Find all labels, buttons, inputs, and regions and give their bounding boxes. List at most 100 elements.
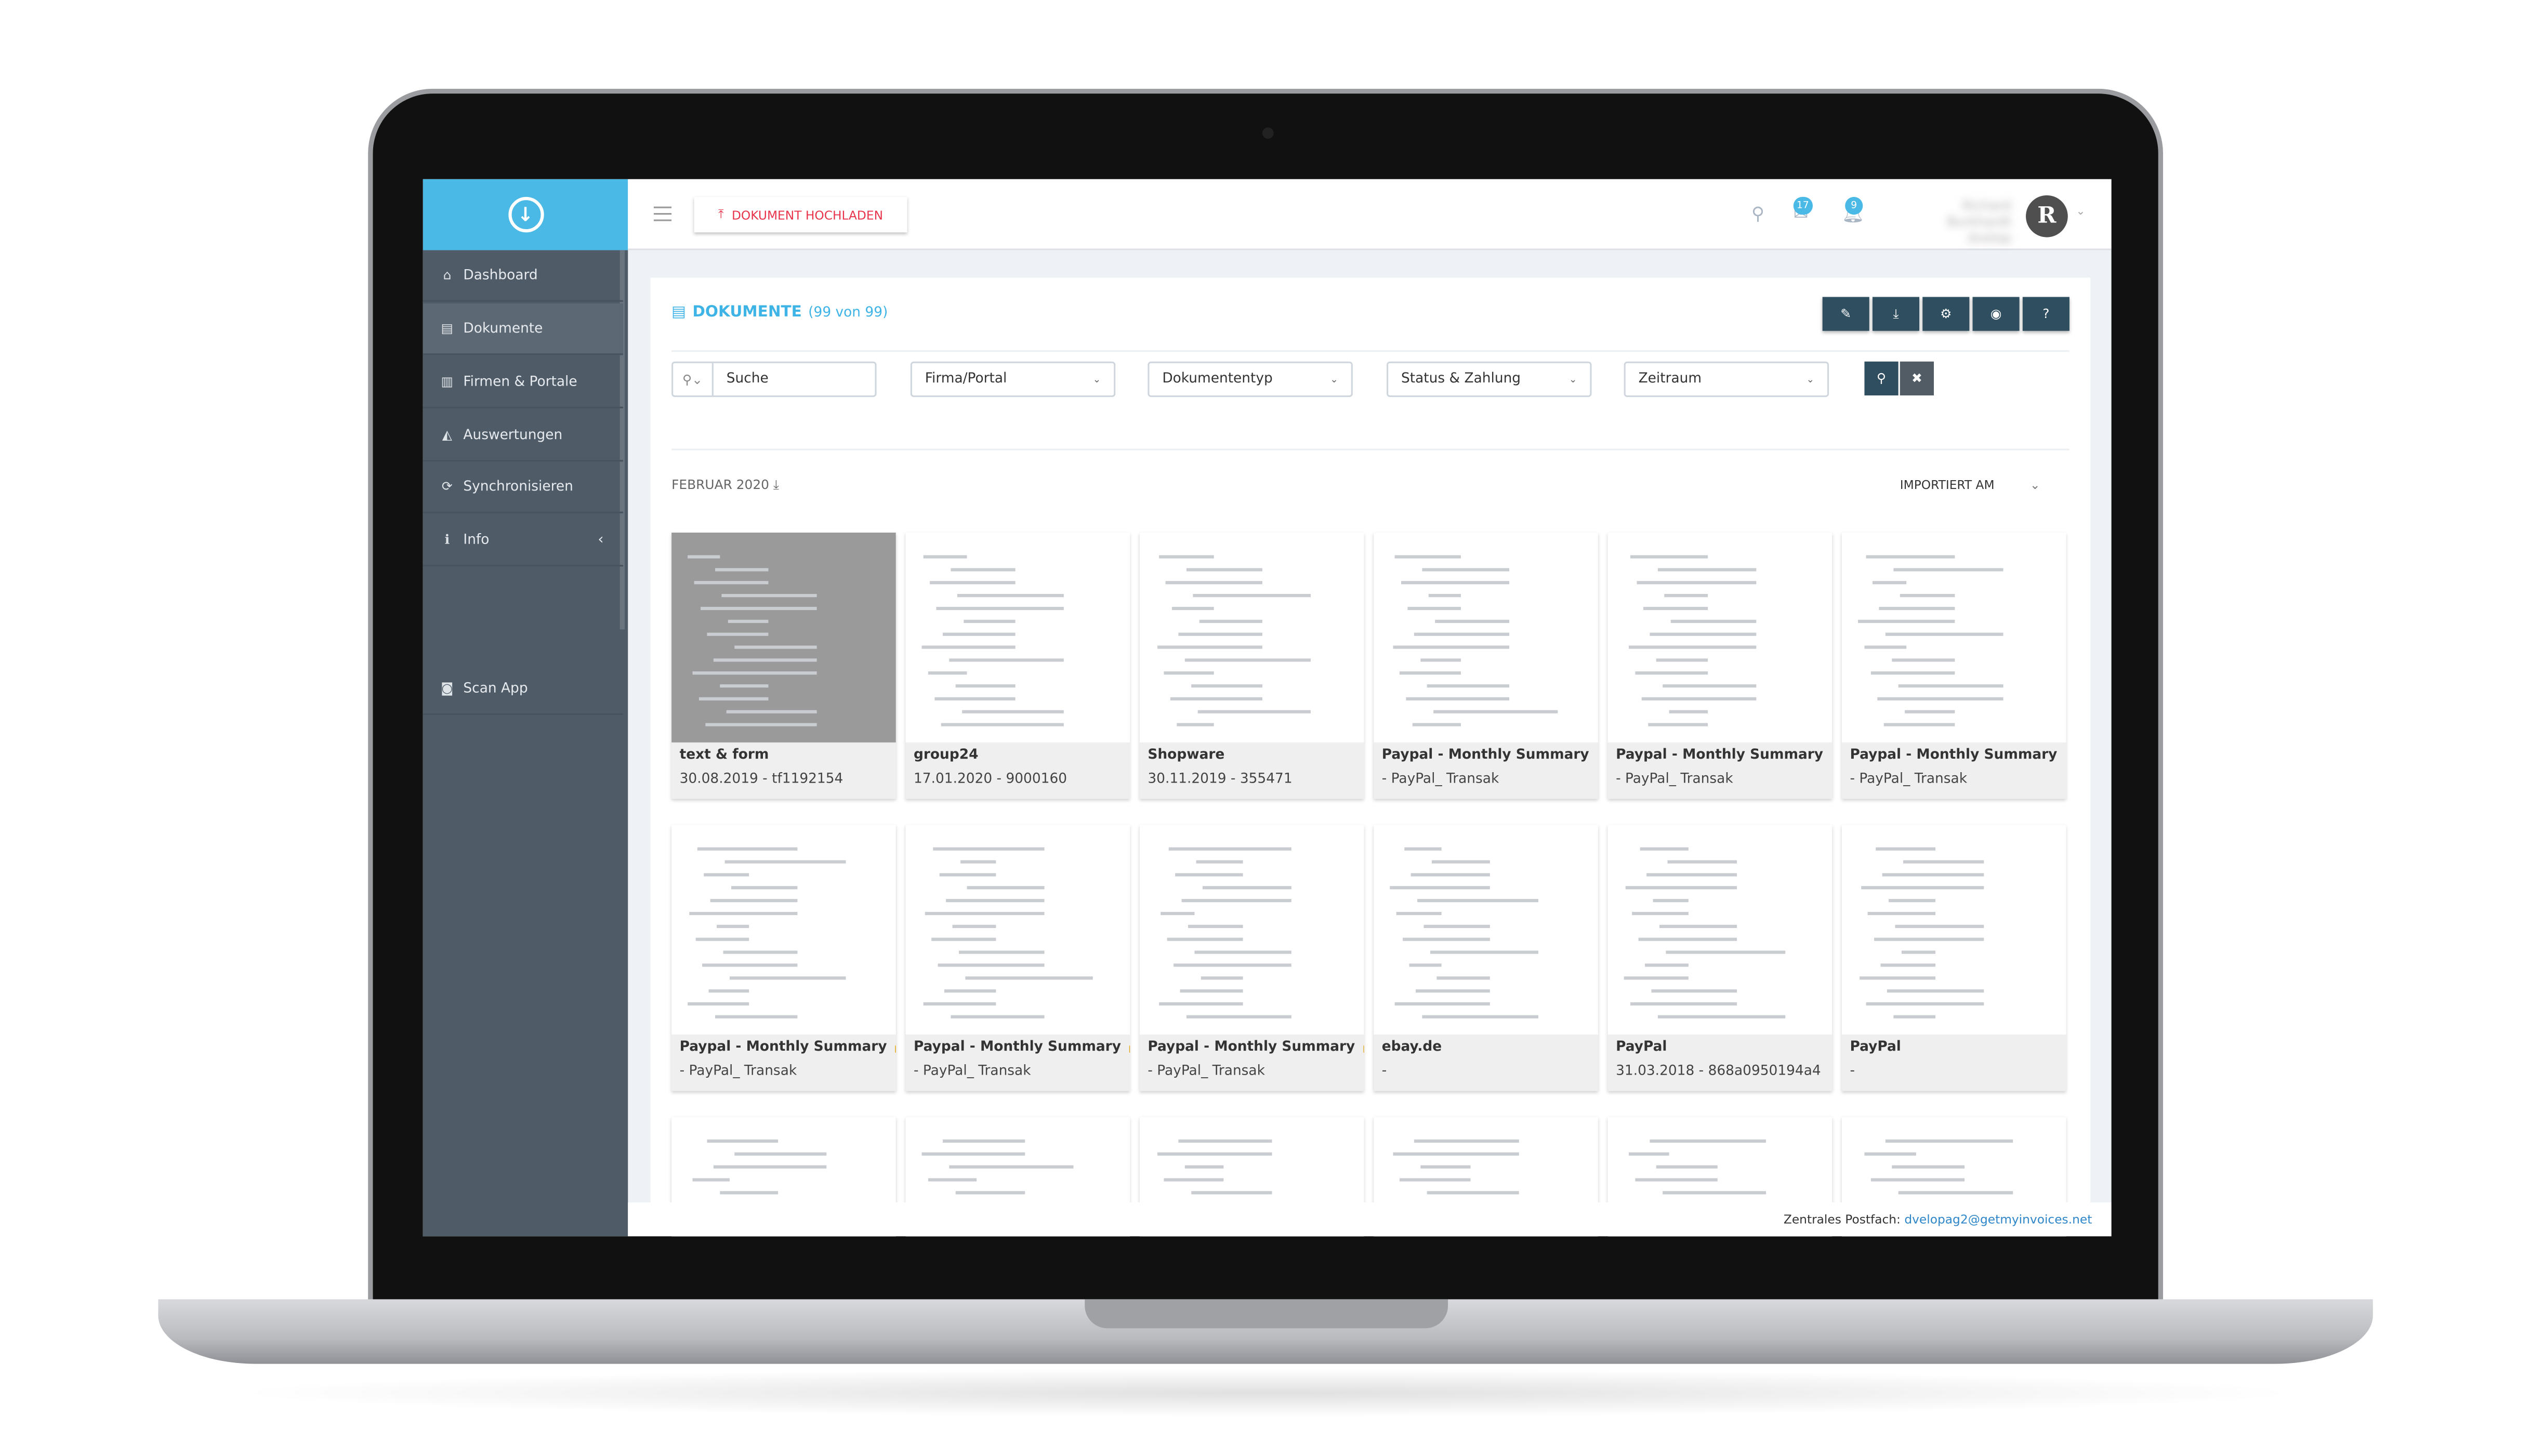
- search-input[interactable]: ⚲⌄ Suche: [671, 361, 877, 398]
- clear-filter-button[interactable]: ✖: [1900, 361, 1934, 395]
- camera: [1262, 127, 1274, 139]
- menu-toggle-icon[interactable]: [653, 206, 672, 221]
- chevron-left-icon: ‹: [598, 532, 604, 548]
- card-subtitle: - PayPal_ Transak: [679, 1063, 797, 1080]
- top-header: ⤒DOKUMENT HOCHLADEN ⚲ ✉ 17 🔔︎ 9 Richard …: [628, 179, 2112, 250]
- sidebar-item-label: Info: [463, 532, 490, 548]
- divider: [671, 350, 2069, 352]
- card-subtitle: 17.01.2020 - 9000160: [913, 771, 1067, 788]
- sidebar: ⌂ Dashboard ▤ Dokumente ▥ Firmen & Portale ◭ Au…: [423, 250, 628, 1237]
- divider: [671, 448, 2069, 451]
- document-icon: ▤: [441, 321, 454, 336]
- sidebar-item-dashboard[interactable]: ⌂ Dashboard: [423, 250, 623, 302]
- document-thumbnail[interactable]: [671, 532, 896, 743]
- download-icon[interactable]: ⤓: [773, 478, 779, 492]
- documents-panel: ▤ DOKUMENTE (99 von 99) ✎ ⤓ ⚙ ◉ ? ⚲⌄ Suche…: [650, 277, 2091, 1237]
- apply-search-button[interactable]: ⚲: [1864, 361, 1899, 395]
- sidebar-item-info[interactable]: ℹ Info ‹: [423, 515, 623, 567]
- sidebar-item-synchronisieren[interactable]: ⟳ Synchronisieren: [423, 461, 623, 513]
- search-icon[interactable]: ⚲⌄: [673, 363, 714, 395]
- sort-select[interactable]: IMPORTIERT AM ⌄: [1900, 478, 2040, 492]
- mail-badge: 17: [1793, 196, 1812, 215]
- document-card[interactable]: Paypal - Monthly Summary - PayPal_ Transa…: [1374, 532, 1598, 799]
- chevron-down-icon: ⌄: [1806, 374, 1815, 385]
- document-thumbnail[interactable]: [1139, 532, 1364, 743]
- document-thumbnail[interactable]: [1374, 532, 1598, 743]
- sidebar-item-label: Auswertungen: [463, 427, 563, 443]
- chevron-down-icon[interactable]: ⌄: [2076, 205, 2085, 218]
- download-button[interactable]: ⤓: [1872, 297, 1920, 331]
- edit-button[interactable]: ✎: [1822, 297, 1869, 331]
- sidebar-item-label: Dokumente: [463, 320, 543, 337]
- card-title: PayPal: [1616, 1039, 1667, 1056]
- card-subtitle: 30.11.2019 - 355471: [1148, 771, 1293, 788]
- download-circle-icon: ↓: [507, 196, 544, 233]
- document-card[interactable]: PayPal 31.03.2018 - 868a0950194a4: [1607, 825, 1833, 1091]
- help-button[interactable]: ?: [2022, 297, 2069, 331]
- document-thumbnail[interactable]: [671, 825, 896, 1035]
- card-subtitle: - PayPal_ Transak: [1850, 771, 1968, 788]
- document-thumbnail[interactable]: [1607, 825, 1833, 1035]
- document-card[interactable]: Shopware 30.11.2019 - 355471: [1139, 532, 1364, 799]
- document-card[interactable]: Paypal - Monthly Summary - PayPal_ Transa…: [1607, 532, 1833, 799]
- home-icon: ⌂: [443, 268, 452, 283]
- card-title: Paypal - Monthly Summary 🔒: [913, 1039, 1130, 1056]
- upload-icon: ⤒: [718, 206, 724, 221]
- document-card[interactable]: Paypal - Monthly Summary 🔒 - PayPal_ Tran…: [1139, 825, 1364, 1091]
- sidebar-item-label: Dashboard: [463, 267, 538, 284]
- toolbar: ✎ ⤓ ⚙ ◉ ?: [1822, 297, 2069, 331]
- document-thumbnail[interactable]: [905, 825, 1130, 1035]
- card-subtitle: 31.03.2018 - 868a0950194a4: [1616, 1063, 1821, 1080]
- card-subtitle: - PayPal_ Transak: [1381, 771, 1499, 788]
- app-screen: ↓ ⌂ Dashboard ▤ Dokumente ▥ Firmen & Portale ◭…: [423, 179, 2112, 1237]
- sidebar-item-dokumente[interactable]: ▤ Dokumente: [423, 303, 623, 355]
- avatar[interactable]: R: [2026, 195, 2068, 237]
- card-title: group24: [913, 747, 979, 764]
- document-thumbnail[interactable]: [1607, 532, 1833, 743]
- period-select[interactable]: Zeitraum ⌄: [1624, 361, 1829, 398]
- app-logo[interactable]: ↓: [423, 179, 628, 250]
- card-subtitle: 30.08.2019 - tf1192154: [679, 771, 843, 788]
- bell-badge: 9: [1845, 196, 1863, 215]
- info-icon: ℹ: [444, 532, 450, 547]
- document-card[interactable]: Paypal - Monthly Summary - PayPal_ Transa…: [1841, 532, 2066, 799]
- document-thumbnail[interactable]: [1841, 532, 2066, 743]
- card-title: text & form: [679, 747, 769, 764]
- camera-icon: ◙: [441, 681, 454, 696]
- view-button[interactable]: ◉: [1972, 297, 2020, 331]
- company-select[interactable]: Firma/Portal ⌄: [910, 361, 1116, 398]
- doctype-select[interactable]: Dokumententyp ⌄: [1148, 361, 1353, 398]
- document-card[interactable]: Paypal - Monthly Summary 🔒 - PayPal_ Tran…: [671, 825, 896, 1091]
- document-card[interactable]: group24 17.01.2020 - 9000160: [905, 532, 1130, 799]
- sidebar-item-auswertungen[interactable]: ◭ Auswertungen: [423, 410, 623, 462]
- sidebar-item-scan-app[interactable]: ◙ Scan App: [423, 664, 623, 715]
- sidebar-item-label: Firmen & Portale: [463, 374, 577, 390]
- document-thumbnail[interactable]: [1374, 825, 1598, 1035]
- card-title: Paypal - Monthly Summary: [1616, 747, 1824, 764]
- document-card[interactable]: text & form 30.08.2019 - tf1192154: [671, 532, 896, 799]
- settings-button[interactable]: ⚙: [1922, 297, 1970, 331]
- document-card[interactable]: ebay.de -: [1374, 825, 1598, 1091]
- document-card[interactable]: Paypal - Monthly Summary 🔒 - PayPal_ Tran…: [905, 825, 1130, 1091]
- document-card[interactable]: PayPal -: [1841, 825, 2066, 1091]
- status-select[interactable]: Status & Zahlung ⌄: [1387, 361, 1592, 398]
- footer: Zentrales Postfach: dvelopag2@getmyinvoi…: [628, 1202, 2112, 1237]
- document-thumbnail[interactable]: [1139, 825, 1364, 1035]
- user-name[interactable]: Richard Burkhardt dvelop: [1895, 198, 2011, 245]
- chevron-down-icon: ⌄: [2029, 478, 2040, 493]
- card-subtitle: - PayPal_ Transak: [1616, 771, 1733, 788]
- card-subtitle: -: [1381, 1063, 1387, 1080]
- sidebar-item-firmen-portale[interactable]: ▥ Firmen & Portale: [423, 356, 623, 408]
- chevron-down-icon: ⌄: [1568, 374, 1577, 385]
- card-title: PayPal: [1850, 1039, 1901, 1056]
- search-icon[interactable]: ⚲: [1751, 203, 1764, 224]
- card-title: Paypal - Monthly Summary 🔒: [679, 1039, 896, 1056]
- card-title: Paypal - Monthly Summary: [1850, 747, 2058, 764]
- refresh-icon: ⟳: [441, 479, 453, 494]
- card-title: Paypal - Monthly Summary 🔒: [1148, 1039, 1364, 1056]
- upload-document-button[interactable]: ⤒ DOKUMENT HOCHLADEN: [694, 196, 907, 233]
- document-thumbnail[interactable]: [1841, 825, 2066, 1035]
- document-thumbnail[interactable]: [905, 532, 1130, 743]
- mailbox-email-link[interactable]: dvelopag2@getmyinvoices.net: [1904, 1212, 2092, 1227]
- card-title: Shopware: [1148, 747, 1225, 764]
